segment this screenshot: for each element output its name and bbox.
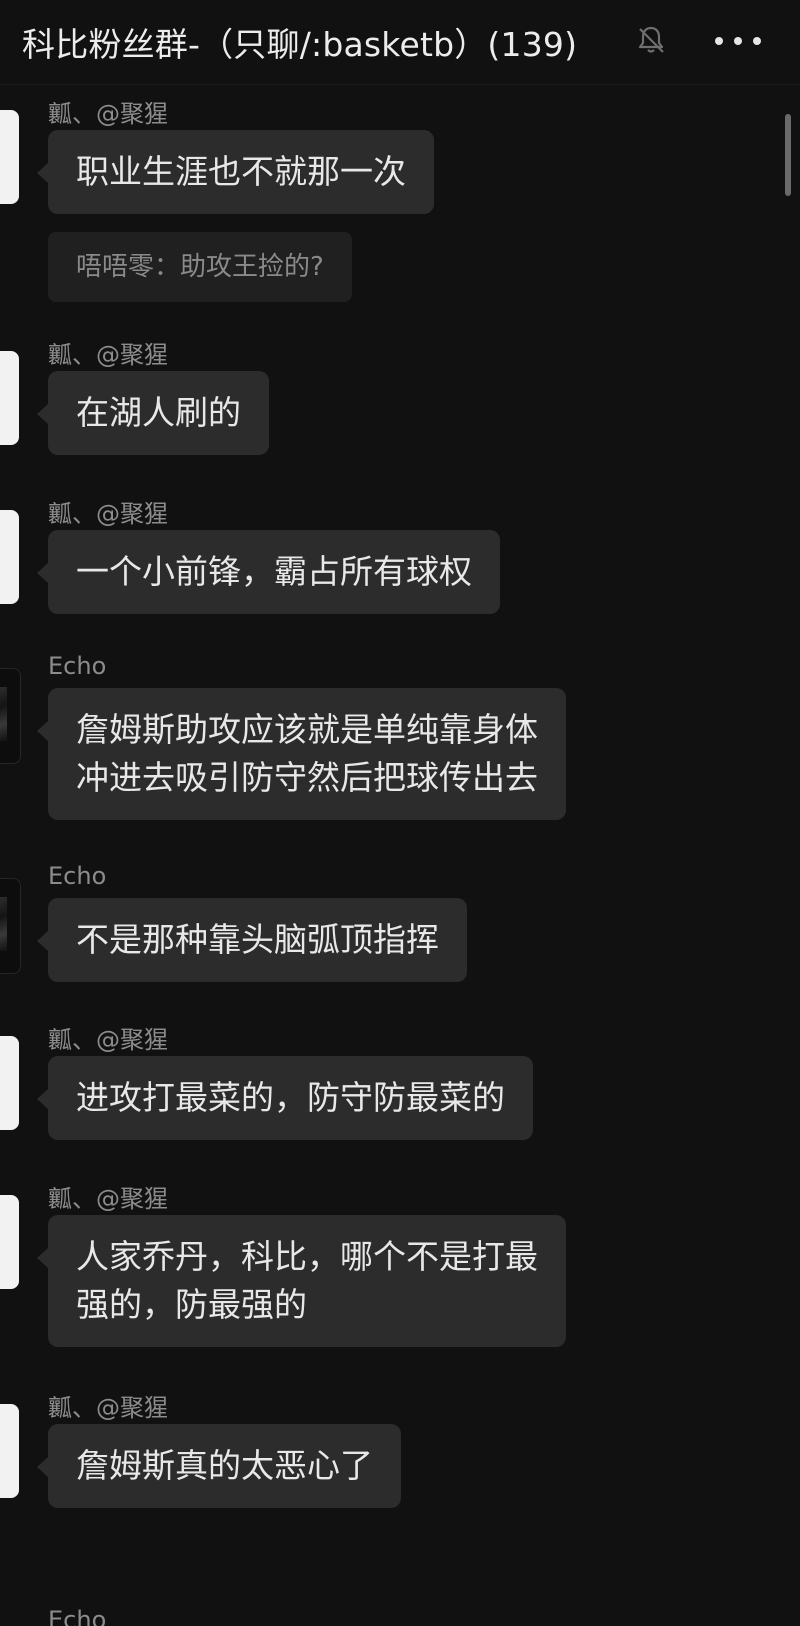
message-bubble[interactable]: 詹姆斯真的太恶心了	[37, 1424, 401, 1508]
message-list[interactable]: 瓤、@聚猩 职业生涯也不就那一次 唔唔零：助攻王捡的? 瓤、@聚猩 在湖人刷的 …	[0, 84, 800, 1626]
quoted-message[interactable]: 唔唔零：助攻王捡的?	[48, 232, 352, 302]
message-bubble[interactable]: 人家乔丹，科比，哪个不是打最 强的，防最强的	[37, 1215, 566, 1347]
sender-name: Echo	[48, 652, 107, 680]
message-bubble[interactable]: 不是那种靠头脑弧顶指挥	[37, 898, 467, 982]
avatar[interactable]	[0, 1195, 19, 1289]
sender-name: 瓤、@聚猩	[48, 100, 168, 128]
message-bubble[interactable]: 在湖人刷的	[37, 371, 269, 455]
avatar[interactable]	[0, 510, 19, 604]
sender-name: 瓤、@聚猩	[48, 341, 168, 369]
avatar[interactable]	[0, 1036, 19, 1130]
sender-name: 瓤、@聚猩	[48, 1394, 168, 1422]
message-bubble[interactable]: 一个小前锋，霸占所有球权	[37, 530, 500, 614]
avatar[interactable]	[0, 668, 21, 764]
chat-header: 科比粉丝群-（只聊/:basketb）(139)	[0, 0, 800, 85]
sender-name: 瓤、@聚猩	[48, 500, 168, 528]
sender-name: Echo	[48, 1606, 107, 1626]
message-line: 詹姆斯助攻应该就是单纯靠身体	[76, 710, 538, 749]
message-line: 冲进去吸引防守然后把球传出去	[76, 758, 538, 797]
avatar[interactable]	[0, 1404, 19, 1498]
sender-name: 瓤、@聚猩	[48, 1185, 168, 1213]
message-bubble[interactable]: 詹姆斯助攻应该就是单纯靠身体 冲进去吸引防守然后把球传出去	[37, 688, 566, 820]
avatar[interactable]	[0, 110, 19, 204]
sender-name: Echo	[48, 862, 107, 890]
chat-title: 科比粉丝群-（只聊/:basketb）(139)	[22, 25, 578, 64]
scrollbar-thumb[interactable]	[785, 114, 791, 196]
bell-slash-icon	[638, 26, 664, 53]
sender-name: 瓤、@聚猩	[48, 1026, 168, 1054]
avatar[interactable]	[0, 351, 19, 445]
ellipsis-icon	[715, 37, 723, 45]
message-bubble[interactable]: 职业生涯也不就那一次	[37, 130, 434, 214]
message-bubble[interactable]: 进攻打最菜的，防守防最菜的	[37, 1056, 533, 1140]
message-line: 强的，防最强的	[76, 1285, 307, 1324]
message-line: 人家乔丹，科比，哪个不是打最	[76, 1237, 538, 1276]
more-options-button[interactable]	[708, 20, 768, 60]
avatar[interactable]	[0, 878, 21, 974]
